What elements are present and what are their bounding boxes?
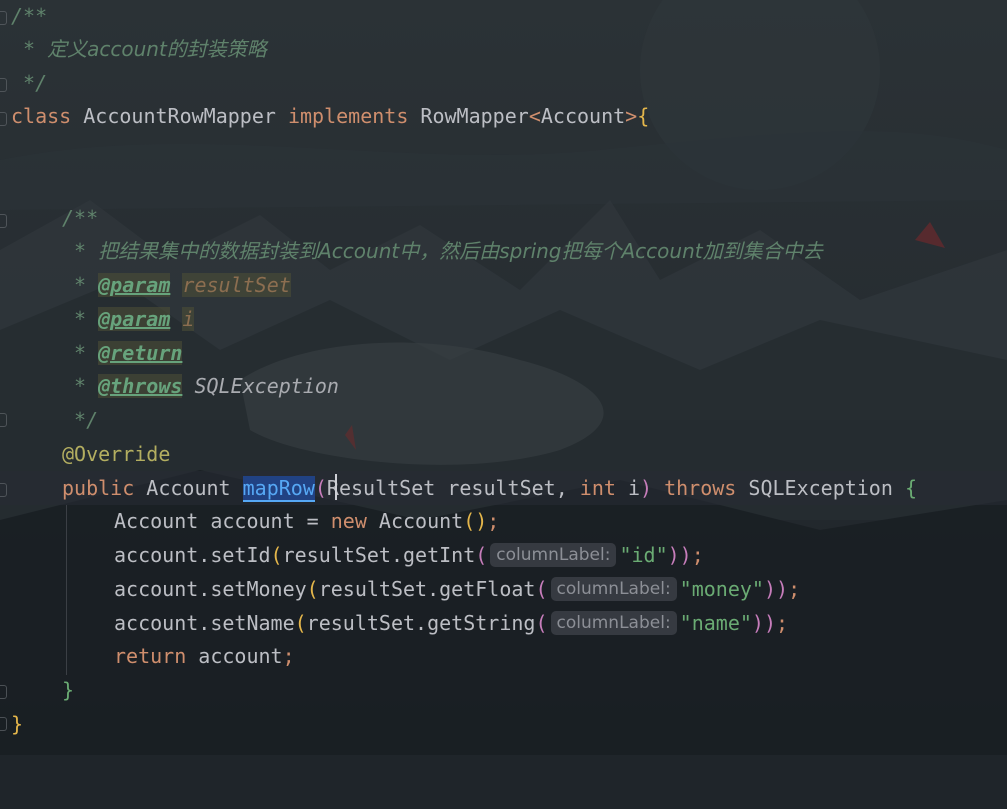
method-open-brace: { [904,476,917,500]
code-line-19[interactable]: account.setName(resultSet.getString(colu… [0,606,788,640]
exception-type: SQLException [736,476,905,500]
paren: () [463,509,488,533]
doc-exception-name: SQLException [182,374,339,398]
code-text: Account account = [114,509,331,533]
doc-comment-star: * [62,307,99,331]
doc-comment-text: 把结果集中的数据封装到Account中，然后由spring把每个Account加… [98,239,823,263]
doc-comment-star: * [11,37,48,61]
doc-tag-param: @param [98,273,171,297]
keyword-return: return [114,644,187,668]
doc-comment-open: /** [11,4,48,28]
paren-open: ( [270,543,283,567]
doc-comment-text: 定义account的封装策略 [47,37,267,61]
annotation-override: @Override [62,442,171,466]
paren-close: )) [667,543,692,567]
code-text: account.setName [114,611,295,635]
code-text: resultSet.getString [306,611,536,635]
class-open-brace: { [637,104,650,128]
code-line-14[interactable]: @Override [0,437,170,471]
doc-comment-open: /** [62,206,99,230]
string-literal: "id" [619,543,668,567]
string-literal: "money" [679,577,764,601]
code-text: account.setMoney [114,577,307,601]
class-close-brace: } [11,712,24,736]
code-text: resultSet.getInt [282,543,476,567]
doc-comment-star: * [62,273,99,297]
param-resultset: ResultSet resultSet, [326,476,580,500]
return-type: Account [134,476,243,500]
class-name: AccountRowMapper [71,104,288,128]
code-line-13[interactable]: */ [0,403,98,437]
doc-tag-throws: @throws [98,374,183,398]
paren-close: )) [763,577,789,601]
keyword-implements: implements [287,104,409,128]
paren-open: ( [306,577,319,601]
doc-comment-star: * [62,239,99,263]
keyword-new: new [330,509,367,533]
semicolon: ; [282,644,295,668]
generic-type: Account [540,104,626,128]
code-line-10[interactable]: * @param i [0,302,195,336]
doc-tag-param: @param [98,307,171,331]
keyword-class: class [11,104,72,128]
code-line-2[interactable]: * 定义account的封装策略 [0,32,267,66]
paren-open: ( [475,543,488,567]
parameter-hint: columnLabel: [550,611,677,635]
paren-open: ( [535,611,548,635]
code-line-15[interactable]: public Account mapRow(ResultSet resultSe… [0,471,917,505]
code-editor[interactable]: /** * 定义account的封装策略 */ class AccountRow… [0,0,1007,755]
paren-open: ( [535,577,548,601]
text-caret [335,474,337,500]
keyword-public: public [62,476,135,500]
doc-param-name: i [182,307,195,331]
code-line-20[interactable]: return account; [0,639,295,673]
doc-comment-star: * [62,341,99,365]
string-literal: "name" [679,611,752,635]
generic-open: < [528,104,541,128]
code-text: account [186,644,283,668]
doc-comment-star: * [62,374,99,398]
code-line-8[interactable]: * 把结果集中的数据封装到Account中，然后由spring把每个Accoun… [0,234,823,268]
code-text: Account [366,509,464,533]
code-text: resultSet.getFloat [318,577,536,601]
code-text: account.setId [114,543,271,567]
paren-open: ( [314,476,327,500]
code-line-4[interactable]: class AccountRowMapper implements RowMap… [0,99,649,133]
code-line-18[interactable]: account.setMoney(resultSet.getFloat(colu… [0,572,800,606]
code-line-21[interactable]: } [0,673,74,707]
code-line-12[interactable]: * @throws SQLException [0,369,339,403]
parameter-hint: columnLabel: [490,543,617,567]
code-line-22[interactable]: } [0,707,48,741]
code-line-16[interactable]: Account account = new Account(); [0,504,499,538]
interface-name: RowMapper [408,104,529,128]
code-line-3[interactable]: */ [0,66,48,100]
doc-comment-close: */ [11,71,48,95]
semicolon: ; [487,509,500,533]
doc-param-name: resultSet [182,273,291,297]
semicolon: ; [691,543,704,567]
param-i: i [615,476,641,500]
semicolon: ; [776,611,789,635]
paren-open: ( [294,611,307,635]
doc-tag-return: @return [98,341,183,365]
method-close-brace: } [62,678,75,702]
code-line-17[interactable]: account.setId(resultSet.getInt(columnLab… [0,538,704,572]
parameter-hint: columnLabel: [550,577,677,601]
code-line-9[interactable]: * @param resultSet [0,268,291,302]
code-line-1[interactable]: /** [0,0,48,33]
paren-close: )) [751,611,777,635]
keyword-throws: throws [652,476,737,500]
semicolon: ; [788,577,801,601]
indent-guide [66,505,67,675]
keyword-int: int [579,476,616,500]
generic-close: > [625,104,638,128]
code-line-11[interactable]: * @return [0,336,183,370]
code-line-7[interactable]: /** [0,201,98,235]
doc-comment-close: */ [62,408,99,432]
method-name-selected[interactable]: mapRow [242,476,315,502]
paren-close: ) [640,476,653,500]
